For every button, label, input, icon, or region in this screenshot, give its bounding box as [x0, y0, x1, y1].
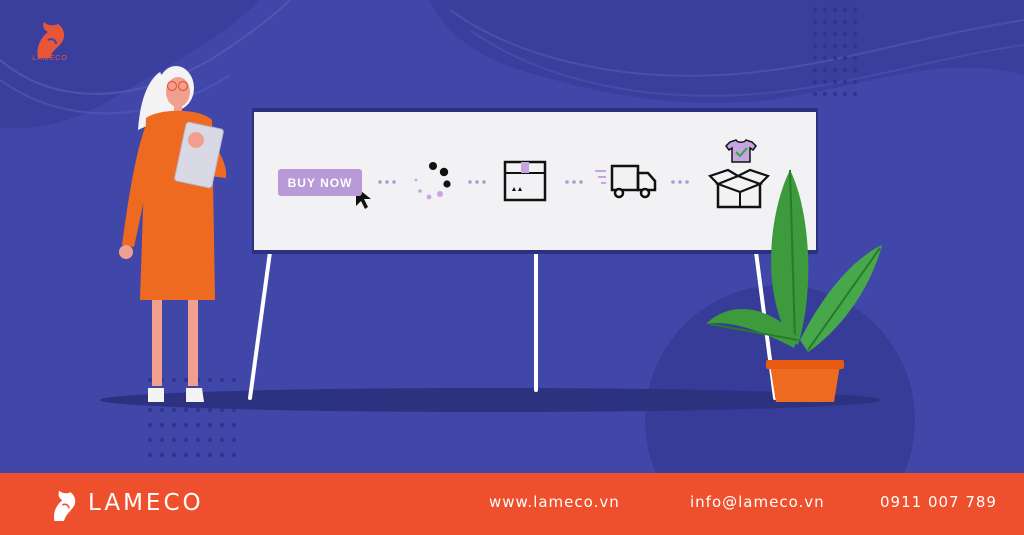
footer-website-link[interactable]: www.lameco.vn — [489, 493, 620, 511]
woman-figure — [119, 66, 227, 402]
top-logo-text: LAMECO — [32, 55, 68, 62]
footer-phone-number[interactable]: 0911 007 789 — [880, 493, 997, 511]
illustration — [0, 0, 1024, 535]
footer-bar: LAMECO www.lameco.vn info@lameco.vn 0911… — [0, 473, 1024, 535]
footer-brand-name: LAMECO — [88, 490, 204, 516]
footer-horse-logo-icon — [53, 490, 76, 521]
buy-now-button[interactable]: BUY NOW — [278, 169, 362, 196]
banner: BUY NOW LAMECO LAMECO www.lameco.vn info… — [0, 0, 1024, 535]
floor-shadow — [100, 388, 880, 412]
footer-email-link[interactable]: info@lameco.vn — [690, 493, 825, 511]
